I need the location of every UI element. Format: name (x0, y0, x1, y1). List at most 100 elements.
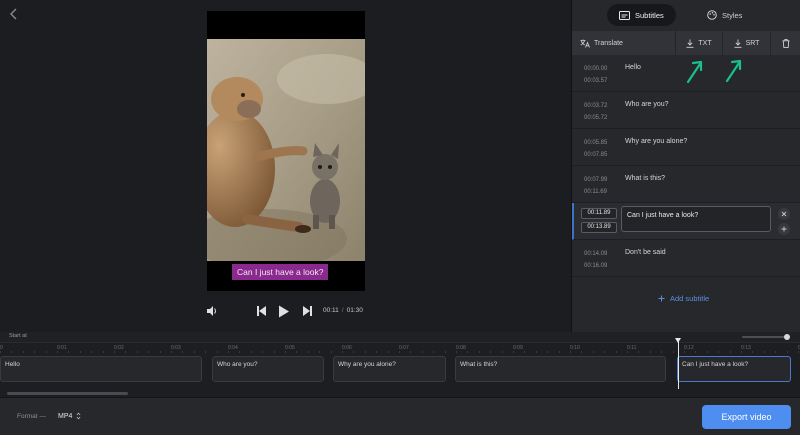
subtitle-text-input[interactable]: Can I just have a look? (621, 206, 771, 232)
ruler-tick-label: 0:02 (114, 345, 124, 351)
insert-subtitle-button[interactable] (778, 223, 790, 235)
timeline-clip-active[interactable]: Can I just have a look? (677, 356, 791, 382)
subtitle-text[interactable]: Don't be said (625, 249, 666, 256)
ruler-tick-mark (308, 351, 309, 353)
ruler-tick-mark (239, 351, 240, 353)
ruler-tick-mark (673, 351, 674, 353)
plus-icon (658, 295, 665, 302)
zoom-slider-handle[interactable] (784, 334, 790, 340)
ruler-tick-mark (353, 351, 354, 353)
subtitle-track: Hello Who are you? Why are you alone? Wh… (0, 354, 800, 389)
srt-label: SRT (745, 39, 760, 47)
scrollbar-thumb[interactable] (7, 392, 128, 395)
format-select[interactable]: MP4 (58, 412, 81, 420)
ruler-tick-mark (171, 351, 172, 353)
add-subtitle-button[interactable]: Add subtitle (658, 294, 709, 303)
ruler-tick-mark (524, 351, 525, 353)
ruler-tick-mark (456, 351, 457, 353)
delete-all-button[interactable] (771, 31, 800, 55)
ruler-tick-label: 0:11 (627, 345, 637, 351)
subtitle-times: 00:00.00 00:03.57 (584, 63, 607, 87)
ruler-tick-mark (502, 351, 503, 353)
remove-subtitle-button[interactable] (778, 208, 790, 220)
ruler-tick-mark (479, 351, 480, 353)
subtitle-end-input[interactable]: 00:13.89 (581, 222, 617, 233)
subtitle-row[interactable]: 00:00.00 00:03.57 Hello (572, 55, 800, 92)
timeline-ruler[interactable]: 0 0:01 0:02 0:03 0:04 0:05 0:06 0:07 0:08 0:09 0:1… (0, 342, 800, 354)
subtitle-row[interactable]: 00:03.72 00:05.72 Who are you? (572, 92, 800, 129)
ruler-tick-mark (547, 351, 548, 353)
subtitle-times: 00:03.72 00:05.72 (584, 100, 607, 124)
ruler-tick-mark (616, 351, 617, 353)
download-srt-button[interactable]: SRT (723, 31, 771, 55)
subtitle-start: 00:03.72 (584, 103, 608, 109)
video-frame: Can I just have a look? (207, 11, 365, 291)
ruler-tick-mark (365, 351, 366, 353)
back-button[interactable] (6, 6, 22, 22)
ruler-tick-mark (752, 351, 753, 353)
volume-icon[interactable] (206, 305, 218, 319)
ruler-tick-mark (730, 351, 731, 353)
ruler-tick-mark (319, 351, 320, 353)
ruler-tick-mark (0, 351, 1, 353)
ruler-tick-mark (764, 351, 765, 353)
ruler-tick-mark (684, 351, 685, 353)
ruler-tick-label: 0:08 (456, 345, 466, 351)
ruler-tick-mark (296, 351, 297, 353)
ruler-tick-mark (285, 351, 286, 353)
subtitle-start-input[interactable]: 00:11.89 (581, 208, 617, 219)
ruler-tick-mark (741, 351, 742, 353)
playback-time: 00:11/01:30 (323, 307, 363, 314)
ruler-tick-mark (182, 351, 183, 353)
trash-icon (782, 38, 790, 48)
ruler-tick-mark (137, 351, 138, 353)
ruler-tick-mark (80, 351, 81, 353)
timeline-clip[interactable]: Who are you? (212, 356, 324, 382)
ruler-tick-mark (114, 351, 115, 353)
subtitle-row-active[interactable]: 00:11.89 00:13.89 Can I just have a look… (572, 203, 800, 240)
footer-bar: Format — MP4 Export video (0, 397, 800, 435)
player-controls: 00:11/01:30 (200, 302, 380, 320)
ruler-tick-mark (422, 351, 423, 353)
panel-tabs: Subtitles Styles (572, 0, 800, 31)
download-icon (734, 39, 742, 48)
playhead[interactable] (678, 339, 679, 389)
timeline-clip[interactable]: What is this? (455, 356, 666, 382)
subtitle-row[interactable]: 00:14.09 00:16.09 Don't be said (572, 240, 800, 277)
ruler-tick-mark (593, 351, 594, 353)
subtitle-start: 00:00.00 (584, 66, 608, 72)
current-time: 00:11 (323, 307, 339, 314)
subtitle-text[interactable]: Who are you? (625, 101, 669, 108)
download-txt-button[interactable]: TXT (676, 31, 723, 55)
subtitles-panel: Subtitles Styles Translate TXT SRT 00:00… (571, 0, 800, 332)
ruler-tick-mark (262, 351, 263, 353)
timeline-clip[interactable]: Why are you alone? (333, 356, 446, 382)
ruler-tick-mark (798, 351, 799, 353)
ruler-tick-mark (34, 351, 35, 353)
ruler-tick-mark (559, 351, 560, 353)
timeline-scrollbar[interactable] (0, 389, 800, 397)
tab-styles[interactable]: Styles (695, 4, 754, 26)
ruler-tick-mark (513, 351, 514, 353)
subtitle-text[interactable]: Why are you alone? (625, 138, 687, 145)
skip-previous-icon[interactable] (256, 305, 267, 319)
export-video-button[interactable]: Export video (702, 405, 791, 429)
ruler-tick-mark (160, 351, 161, 353)
subtitle-times: 00:14.09 00:16.09 (584, 248, 607, 272)
subtitle-row[interactable]: 00:05.85 00:07.85 Why are you alone? (572, 129, 800, 166)
timeline-zoom-slider[interactable] (742, 334, 790, 340)
translate-button[interactable]: Translate (572, 31, 676, 55)
ruler-tick-label: 0:10 (570, 345, 580, 351)
subtitles-toolbar: Translate TXT SRT (572, 31, 800, 55)
download-icon (686, 39, 694, 48)
subtitle-text[interactable]: Hello (625, 64, 641, 71)
subtitle-text[interactable]: What is this? (625, 175, 665, 182)
subtitles-icon (619, 10, 630, 20)
play-icon[interactable] (278, 305, 290, 320)
ruler-tick-mark (787, 351, 788, 353)
timeline-clip[interactable]: Hello (0, 356, 202, 382)
tab-subtitles[interactable]: Subtitles (607, 4, 676, 26)
skip-next-icon[interactable] (302, 305, 313, 319)
ruler-tick-mark (445, 351, 446, 353)
subtitle-row[interactable]: 00:07.99 00:11.69 What is this? (572, 166, 800, 203)
